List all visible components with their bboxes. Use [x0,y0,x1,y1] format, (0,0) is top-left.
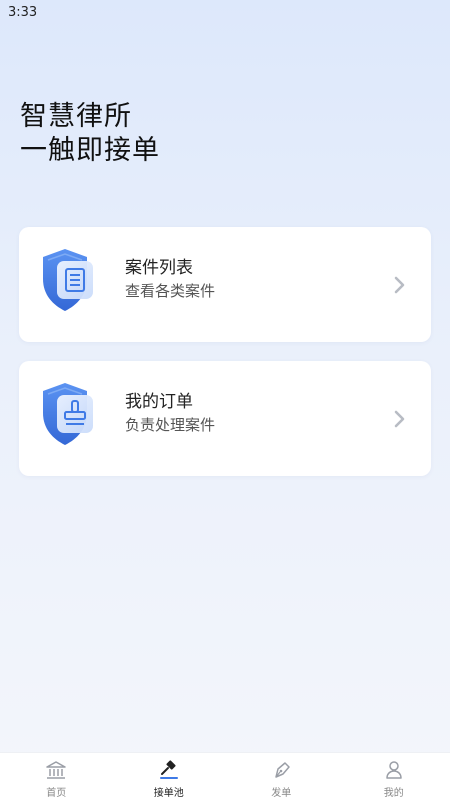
case-list-text: 案件列表 查看各类案件 [125,257,215,302]
hero-title: 智慧律所 一触即接单 [20,100,160,168]
document-shield-icon [39,247,115,317]
tab-mine-label: 我的 [383,788,404,799]
chevron-right-icon [393,409,407,429]
tab-order-pool[interactable]: 接单池 [113,753,226,800]
tab-order-pool-label: 接单池 [153,788,184,799]
chevron-right-icon [393,275,407,295]
user-icon [386,761,402,779]
status-bar: 3:33 [0,0,450,26]
tab-home-label: 首页 [46,788,67,799]
case-list-card[interactable]: 案件列表 查看各类案件 [19,227,431,342]
my-orders-title: 我的订单 [125,392,193,412]
tab-home[interactable]: 首页 [0,753,113,800]
gavel-icon [159,760,178,779]
pen-nib-icon [275,762,290,778]
my-orders-subtitle: 负责处理案件 [125,416,216,434]
hero-line-2: 一触即接单 [20,135,160,166]
case-list-title: 案件列表 [125,258,193,278]
my-orders-text: 我的订单 负责处理案件 [125,391,215,436]
hero-line-1: 智慧律所 [20,101,132,132]
tab-post-order-label: 发单 [271,788,292,799]
case-list-subtitle: 查看各类案件 [125,282,216,300]
home-building-icon [46,761,66,779]
status-time: 3:33 [8,5,38,20]
bottom-tab-bar: 首页 接单池 发单 我的 [0,752,450,800]
stamp-shield-icon [39,381,115,451]
tab-post-order[interactable]: 发单 [225,753,338,800]
my-orders-card[interactable]: 我的订单 负责处理案件 [19,361,431,476]
tab-mine[interactable]: 我的 [338,753,450,800]
